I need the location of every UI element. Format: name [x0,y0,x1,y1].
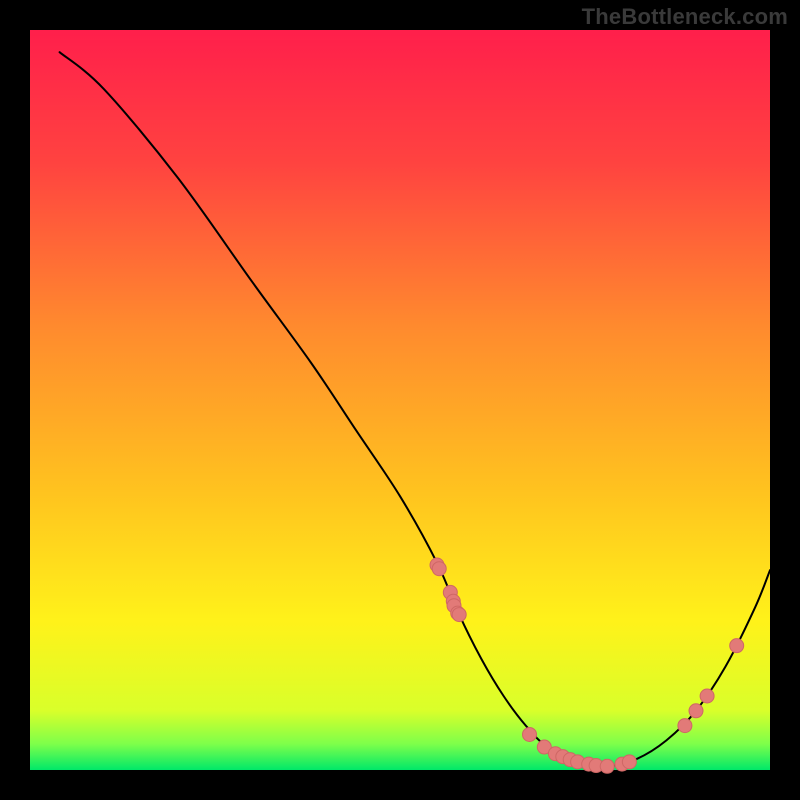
chart-svg [0,0,800,800]
data-point [452,608,466,622]
data-point [700,689,714,703]
data-point [622,755,636,769]
chart-stage: TheBottleneck.com [0,0,800,800]
data-point [678,719,692,733]
data-point [730,639,744,653]
data-point [600,759,614,773]
data-point [523,727,537,741]
watermark-text: TheBottleneck.com [582,4,788,30]
data-point [432,562,446,576]
data-point [689,704,703,718]
plot-background [30,30,770,770]
